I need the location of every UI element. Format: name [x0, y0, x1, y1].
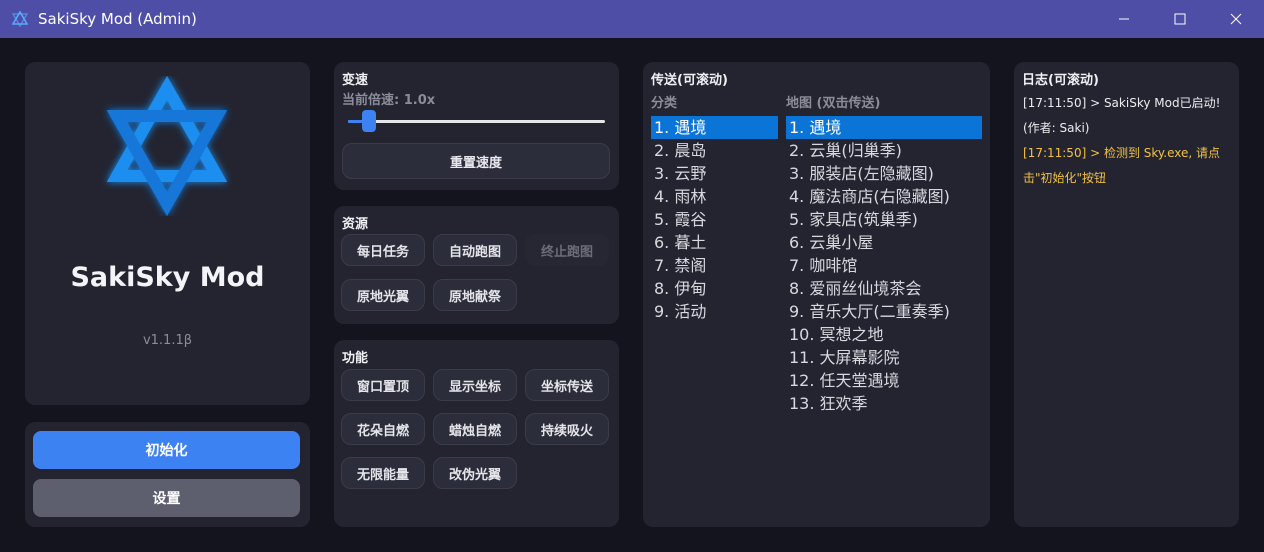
- app-version: v1.1.1β: [142, 333, 193, 348]
- auto-run-button[interactable]: 自动跑图: [433, 234, 517, 266]
- category-item[interactable]: 6. 暮土: [651, 231, 778, 254]
- map-item[interactable]: 9. 音乐大厅(二重奏季): [786, 300, 982, 323]
- star-of-david-icon: [106, 76, 228, 216]
- map-item[interactable]: 12. 任天堂遇境: [786, 369, 982, 392]
- close-icon: [1230, 13, 1242, 25]
- map-item[interactable]: 6. 云巢小屋: [786, 231, 982, 254]
- map-item[interactable]: 13. 狂欢季: [786, 392, 982, 415]
- sacrifice-button[interactable]: 原地献祭: [433, 279, 517, 311]
- flower-burn-button[interactable]: 花朵自燃: [341, 413, 425, 445]
- features-panel: 功能 窗口置顶 显示坐标 坐标传送 花朵自燃 蜡烛自燃 持续吸火 无限能量 改伪…: [334, 340, 619, 527]
- pin-window-button[interactable]: 窗口置顶: [341, 369, 425, 401]
- minimize-button[interactable]: [1096, 0, 1152, 38]
- map-item[interactable]: 8. 爱丽丝仙境茶会: [786, 277, 982, 300]
- resources-title: 资源: [342, 217, 369, 232]
- init-button[interactable]: 初始化: [33, 431, 300, 469]
- teleport-title: 传送(可滚动): [651, 73, 728, 88]
- title-bar: SakiSky Mod (Admin): [0, 0, 1264, 38]
- category-item[interactable]: 5. 霞谷: [651, 208, 778, 231]
- category-item[interactable]: 1. 遇境: [651, 116, 778, 139]
- map-header: 地图 (双击传送): [786, 96, 881, 111]
- map-item[interactable]: 10. 冥想之地: [786, 323, 982, 346]
- actions-panel: 初始化 设置: [25, 422, 310, 527]
- map-item[interactable]: 5. 家具店(筑巢季): [786, 208, 982, 231]
- log-line: 击"初始化"按钮: [1023, 171, 1107, 185]
- minimize-icon: [1119, 18, 1129, 20]
- reset-speed-button[interactable]: 重置速度: [342, 143, 610, 179]
- window-title: SakiSky Mod (Admin): [38, 10, 197, 28]
- log-title: 日志(可滚动): [1022, 73, 1099, 88]
- map-item[interactable]: 3. 服装店(左隐藏图): [786, 162, 982, 185]
- app-icon: [12, 11, 28, 27]
- speed-title: 变速: [342, 73, 369, 88]
- speed-current-label: 当前倍速: 1.0x: [342, 93, 436, 108]
- infinite-energy-button[interactable]: 无限能量: [341, 457, 425, 489]
- category-item[interactable]: 7. 禁阁: [651, 254, 778, 277]
- app-name: SakiSky Mod: [70, 262, 265, 293]
- brand-panel: SakiSky Mod v1.1.1β: [25, 62, 310, 405]
- absorb-fire-button[interactable]: 持续吸火: [525, 413, 609, 445]
- category-list[interactable]: 1. 遇境 2. 晨岛 3. 云野 4. 雨林 5. 霞谷 6. 暮土 7. 禁阁 8. 伊甸…: [651, 116, 778, 323]
- daily-tasks-button[interactable]: 每日任务: [341, 234, 425, 266]
- settings-button[interactable]: 设置: [33, 479, 300, 517]
- speed-panel: 变速 当前倍速: 1.0x 重置速度: [334, 62, 619, 190]
- stop-run-button[interactable]: 终止跑图: [525, 234, 609, 266]
- map-item[interactable]: 11. 大屏幕影院: [786, 346, 982, 369]
- teleport-panel: 传送(可滚动) 分类 地图 (双击传送) 1. 遇境 2. 晨岛 3. 云野 4. 雨…: [643, 62, 990, 527]
- category-item[interactable]: 9. 活动: [651, 300, 778, 323]
- log-line: (作者: Saki): [1023, 121, 1090, 135]
- category-item[interactable]: 8. 伊甸: [651, 277, 778, 300]
- candle-burn-button[interactable]: 蜡烛自燃: [433, 413, 517, 445]
- show-coords-button[interactable]: 显示坐标: [433, 369, 517, 401]
- map-item[interactable]: 7. 咖啡馆: [786, 254, 982, 277]
- close-button[interactable]: [1208, 0, 1264, 38]
- light-wings-button[interactable]: 原地光翼: [341, 279, 425, 311]
- map-list[interactable]: 1. 遇境 2. 云巢(归巢季) 3. 服装店(左隐藏图) 4. 魔法商店(右隐藏图)…: [786, 116, 982, 415]
- log-line: [17:11:50] > 检测到 Sky.exe, 请点: [1023, 146, 1221, 160]
- features-title: 功能: [342, 351, 369, 366]
- category-item[interactable]: 3. 云野: [651, 162, 778, 185]
- category-item[interactable]: 2. 晨岛: [651, 139, 778, 162]
- category-item[interactable]: 4. 雨林: [651, 185, 778, 208]
- maximize-button[interactable]: [1152, 0, 1208, 38]
- map-item[interactable]: 4. 魔法商店(右隐藏图): [786, 185, 982, 208]
- maximize-icon: [1174, 13, 1186, 25]
- map-item[interactable]: 2. 云巢(归巢季): [786, 139, 982, 162]
- coord-teleport-button[interactable]: 坐标传送: [525, 369, 609, 401]
- log-panel: 日志(可滚动) [17:11:50] > SakiSky Mod已启动! (作者:…: [1014, 62, 1239, 527]
- map-item[interactable]: 1. 遇境: [786, 116, 982, 139]
- resources-panel: 资源 每日任务 自动跑图 终止跑图 原地光翼 原地献祭: [334, 206, 619, 324]
- fake-wings-button[interactable]: 改伪光翼: [433, 457, 517, 489]
- speed-slider-track[interactable]: [348, 120, 605, 123]
- category-header: 分类: [651, 96, 678, 111]
- log-body[interactable]: [17:11:50] > SakiSky Mod已启动! (作者: Saki) [1…: [1023, 91, 1235, 191]
- log-line: [17:11:50] > SakiSky Mod已启动!: [1023, 96, 1221, 110]
- speed-slider-handle[interactable]: [362, 110, 376, 132]
